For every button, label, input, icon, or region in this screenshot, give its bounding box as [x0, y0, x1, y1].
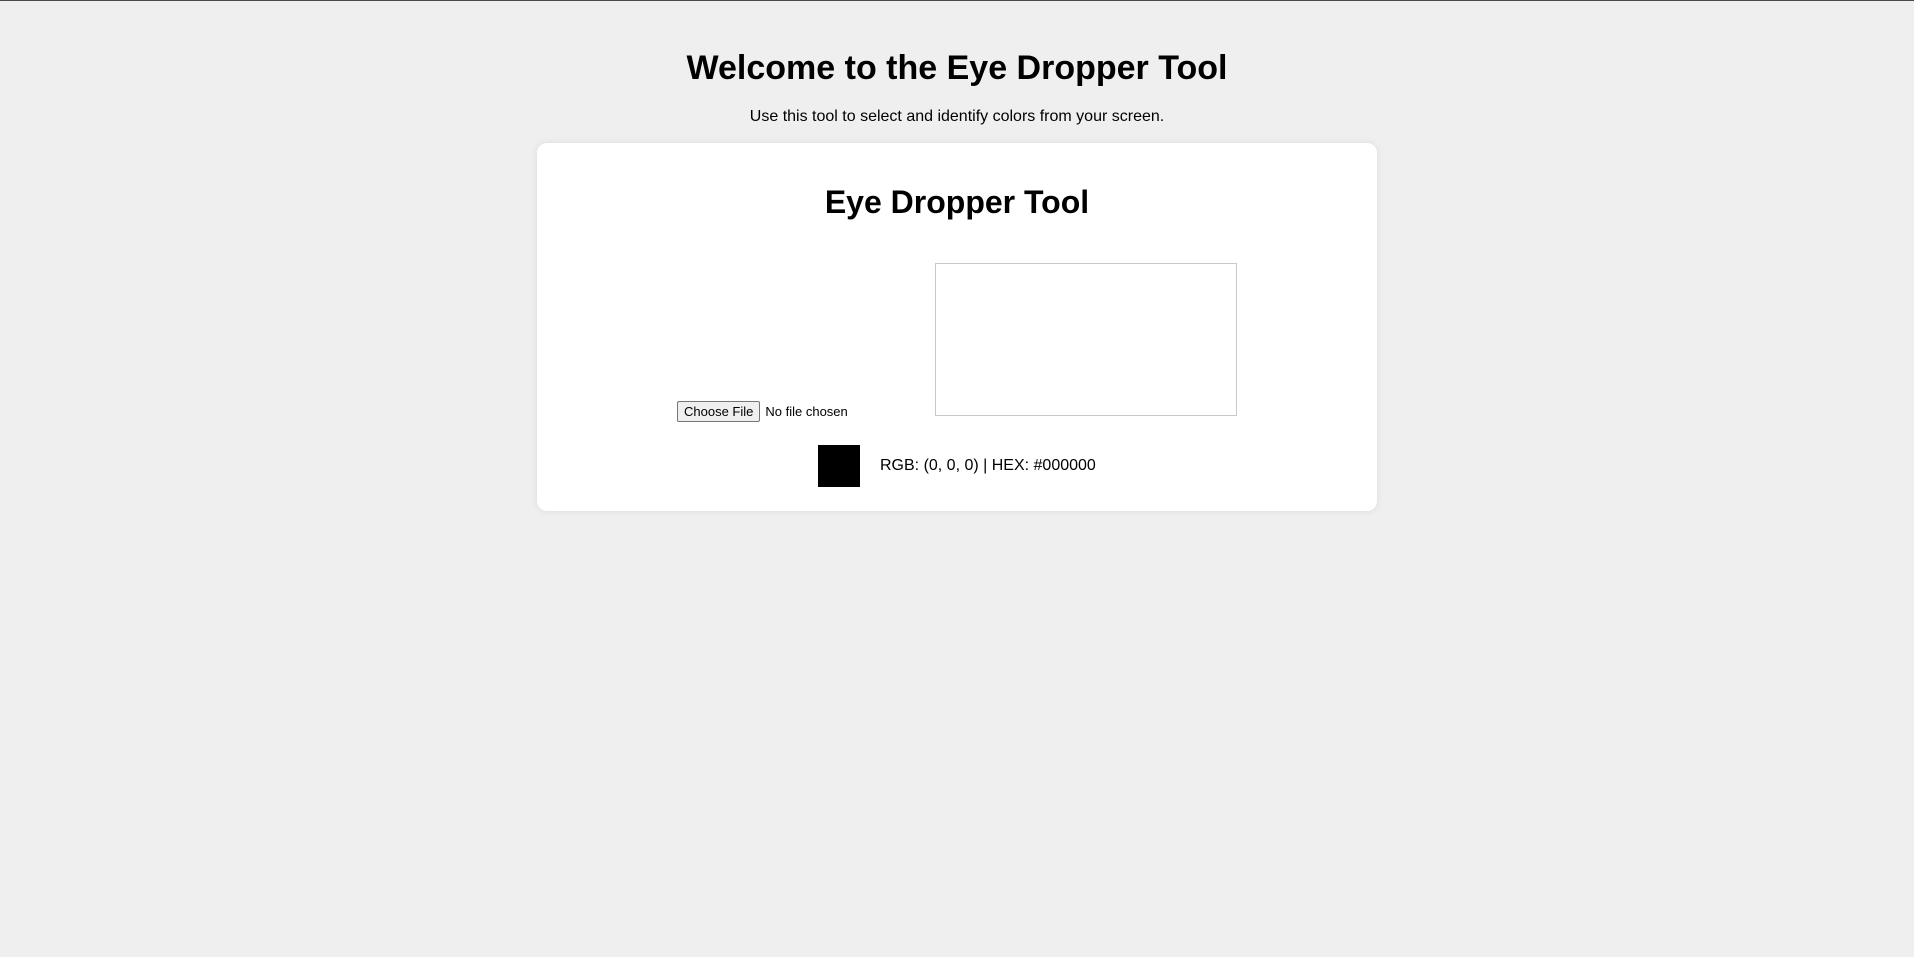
- choose-file-button[interactable]: Choose File: [677, 400, 761, 422]
- file-input[interactable]: Choose File No file chosen: [677, 400, 848, 422]
- eye-dropper-card: Eye Dropper Tool Choose File No file cho…: [537, 143, 1377, 511]
- image-preview-canvas[interactable]: [935, 263, 1237, 416]
- page-subtitle: Use this tool to select and identify col…: [749, 108, 1165, 125]
- page: Welcome to the Eye Dropper Tool Use this…: [0, 0, 1914, 957]
- color-swatch: [818, 445, 860, 487]
- color-readout: RGB: (0, 0, 0) | HEX: #000000: [880, 457, 1096, 474]
- file-status-label: No file chosen: [765, 403, 848, 419]
- page-title: Welcome to the Eye Dropper Tool: [686, 49, 1228, 87]
- card-title: Eye Dropper Tool: [824, 184, 1090, 220]
